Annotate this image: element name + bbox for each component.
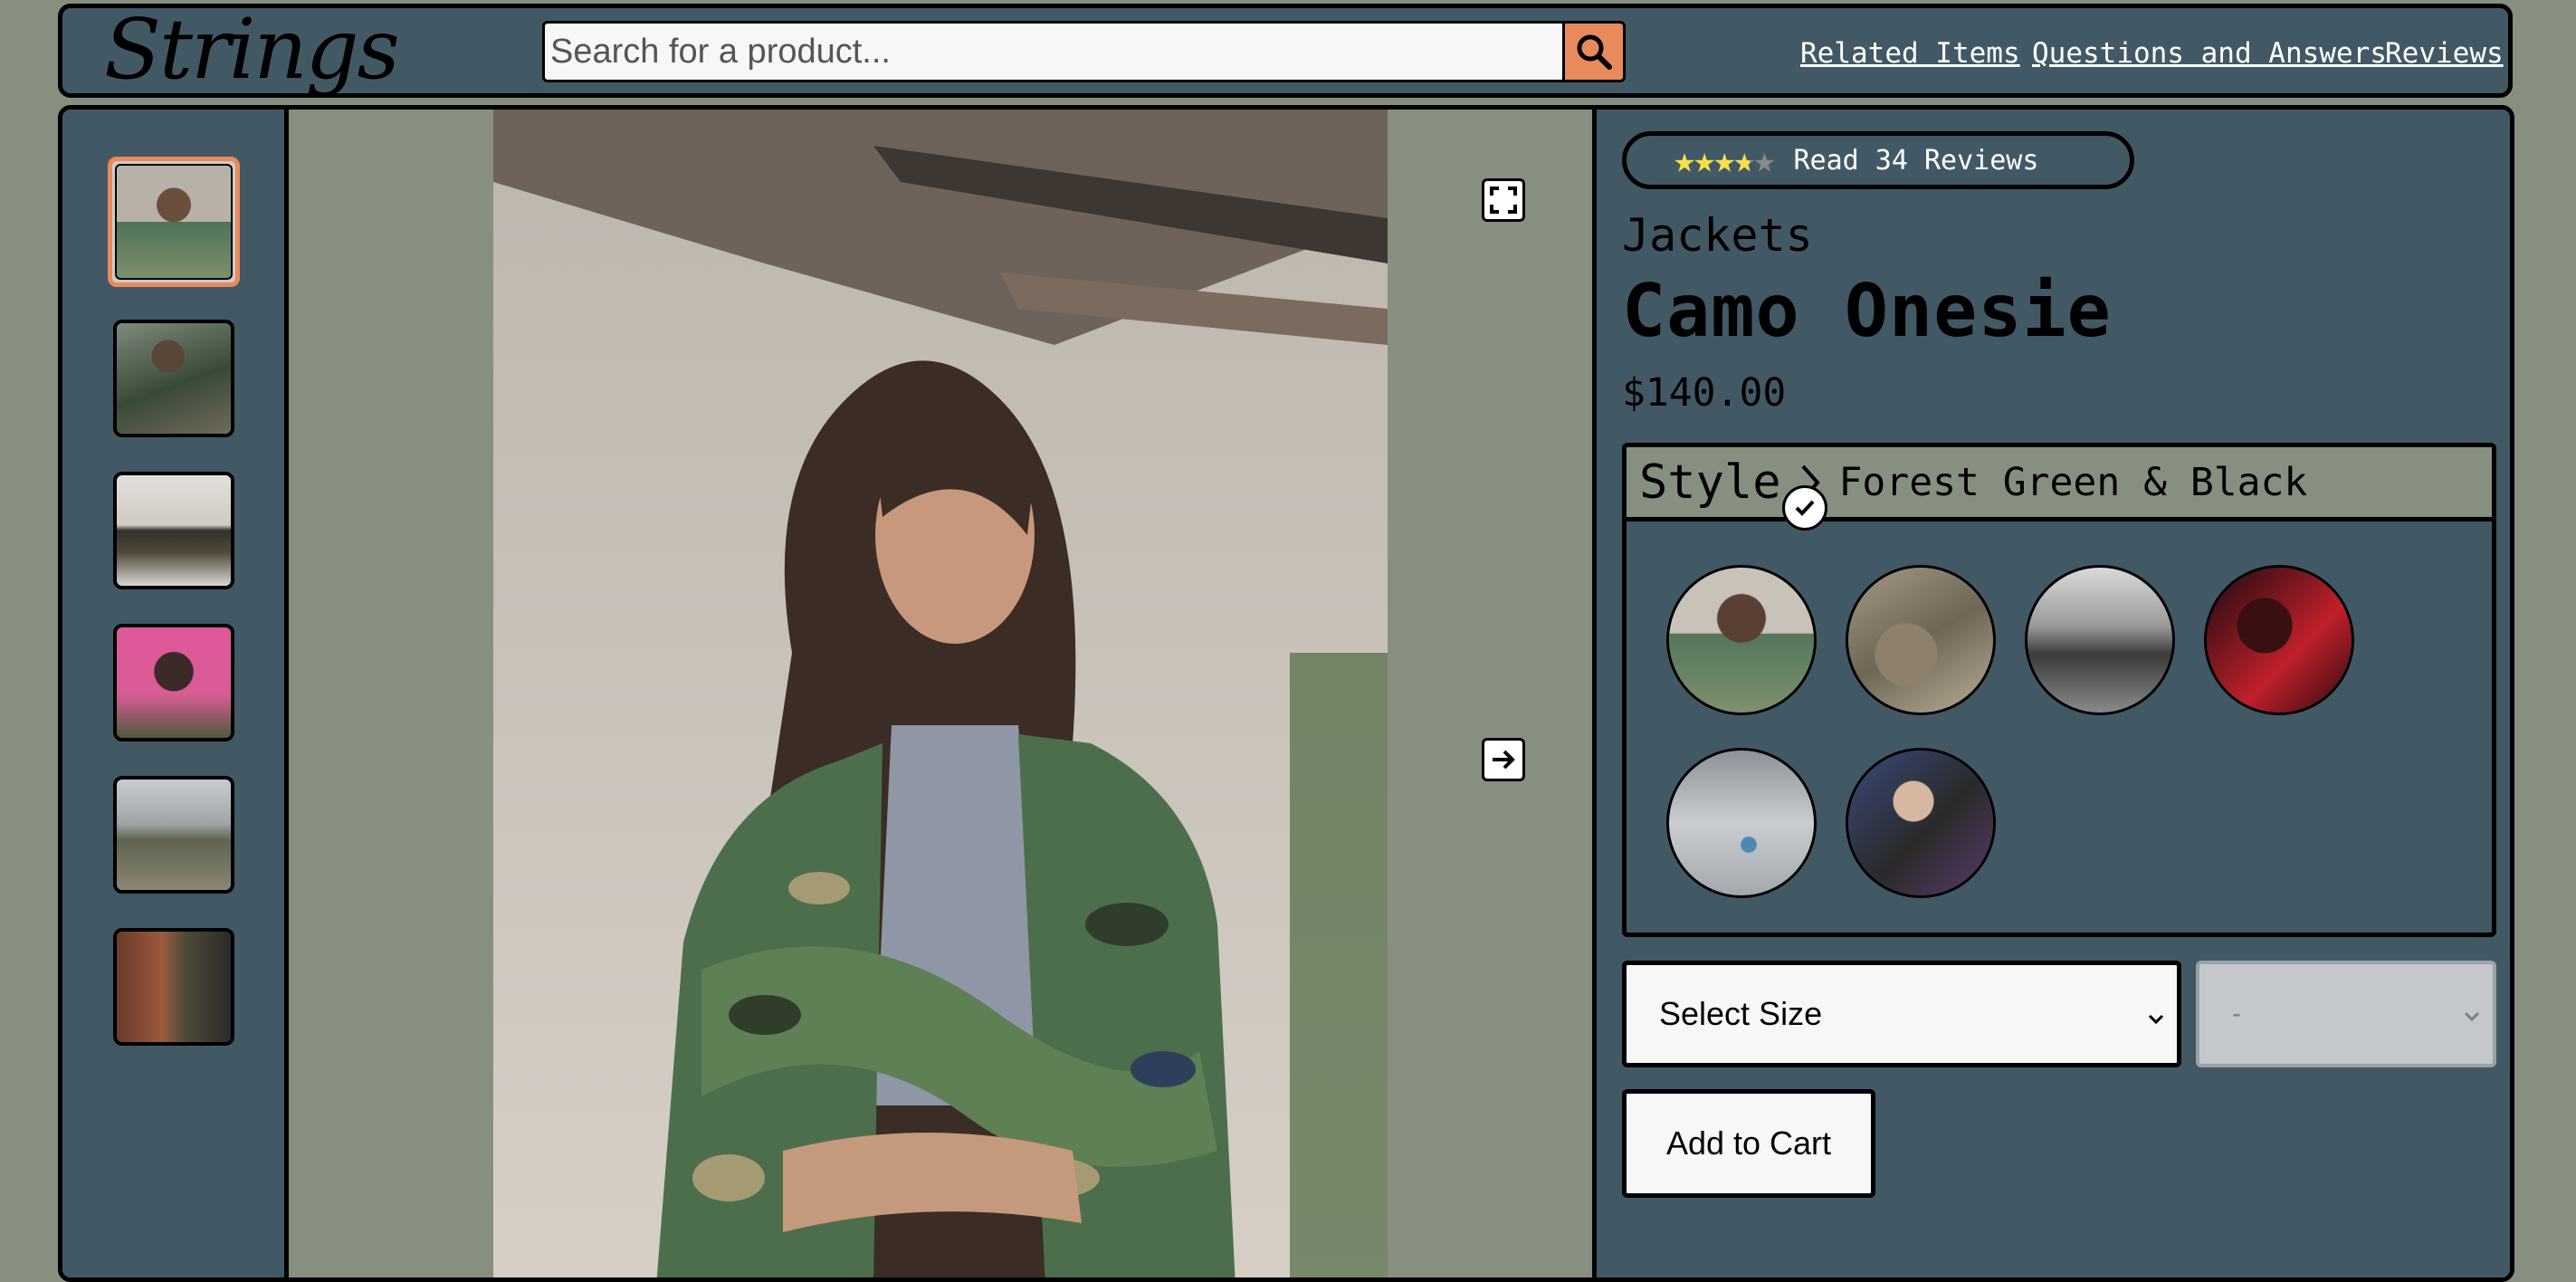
add-to-cart-button[interactable]: Add to Cart <box>1622 1089 1875 1198</box>
thumbnail-2[interactable] <box>113 320 234 437</box>
star-icon: ★ <box>1713 139 1736 181</box>
search-button[interactable] <box>1562 21 1626 82</box>
search-icon <box>1577 34 1612 70</box>
product-category: Jackets <box>1622 209 1813 262</box>
search-input[interactable] <box>542 21 1565 82</box>
thumbnail-4[interactable] <box>113 624 234 741</box>
next-image-button[interactable] <box>1482 738 1525 781</box>
selected-style-name: Forest Green & Black <box>1838 459 2308 505</box>
star-rating: ★★★★★ <box>1674 139 1776 181</box>
main-product-image[interactable] <box>493 110 1388 1277</box>
style-swatch-4[interactable] <box>2204 565 2354 715</box>
product-price: $140.00 <box>1622 370 1787 416</box>
expand-view-button[interactable] <box>1482 178 1525 222</box>
thumbnail-3[interactable] <box>113 472 234 589</box>
chevron-down-icon <box>2464 999 2480 1029</box>
thumbnail-1[interactable] <box>108 157 240 287</box>
style-header: Style Forest Green & Black <box>1627 447 2492 521</box>
check-icon <box>1782 485 1827 531</box>
read-reviews-link[interactable]: Read 34 Reviews <box>1793 145 2038 177</box>
site-header: Strings Related Items Questions and Answ… <box>58 1 2513 98</box>
product-overview: ★★★★★ Read 34 Reviews Jackets Camo Onesi… <box>58 105 2514 1282</box>
expand-icon <box>1490 187 1517 214</box>
quantity-select-value: - <box>2232 999 2241 1028</box>
quantity-select[interactable]: - <box>2196 961 2496 1067</box>
product-info-panel: ★★★★★ Read 34 Reviews Jackets Camo Onesi… <box>1592 110 2510 1277</box>
thumbnail-6[interactable] <box>113 928 234 1046</box>
style-swatch-2[interactable] <box>1846 565 1996 715</box>
size-select[interactable]: Select Size <box>1622 961 2181 1067</box>
style-swatch-5[interactable] <box>1666 748 1817 898</box>
site-logo[interactable]: Strings <box>104 1 400 98</box>
star-icon: ★ <box>1753 139 1776 181</box>
star-icon: ★ <box>1693 139 1716 181</box>
style-swatch-6[interactable] <box>1846 748 1996 898</box>
chevron-down-icon <box>2148 995 2164 1033</box>
style-label: Style <box>1639 454 1781 510</box>
thumbnail-rail <box>62 110 289 1277</box>
style-swatch-1[interactable] <box>1666 565 1817 715</box>
nav-questions-answers[interactable]: Questions and Answers <box>2032 37 2387 70</box>
nav-reviews[interactable]: Reviews <box>2385 37 2504 70</box>
product-name: Camo Onesie <box>1622 269 2112 353</box>
arrow-right-icon <box>1493 750 1515 770</box>
product-photo <box>493 110 1388 1277</box>
star-icon: ★ <box>1674 139 1696 181</box>
style-swatch-3[interactable] <box>2025 565 2175 715</box>
thumbnail-5[interactable] <box>113 776 234 894</box>
style-selector: Style Forest Green & Black <box>1622 443 2496 937</box>
size-select-value: Select Size <box>1659 995 1823 1032</box>
nav-related-items[interactable]: Related Items <box>1800 37 2020 70</box>
rating-summary[interactable]: ★★★★★ Read 34 Reviews <box>1622 131 2134 189</box>
star-icon: ★ <box>1733 139 1756 181</box>
